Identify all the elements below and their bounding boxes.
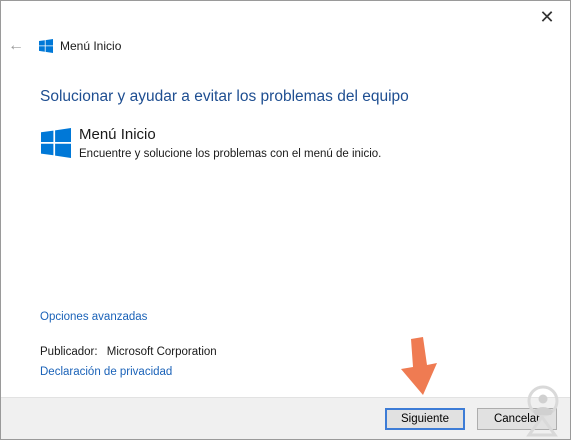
publisher-label: Publicador: [40, 346, 98, 358]
close-icon[interactable]: ✕ [524, 1, 570, 33]
pointer-arrow-icon [401, 337, 437, 395]
back-arrow-icon[interactable]: ← [5, 35, 27, 57]
windows-logo-icon [41, 128, 71, 158]
advanced-options-link[interactable]: Opciones avanzadas [40, 311, 147, 323]
page-heading: Solucionar y ayudar a evitar los problem… [40, 88, 409, 105]
window-title: Menú Inicio [60, 39, 122, 53]
footer-bar: Siguiente Cancelar [1, 397, 570, 439]
publisher-row: Publicador: Microsoft Corporation [40, 346, 217, 358]
privacy-statement-link[interactable]: Declaración de privacidad [40, 366, 172, 378]
title-bar [1, 1, 570, 33]
troubleshooter-item-description: Encuentre y solucione los problemas con … [79, 148, 382, 160]
troubleshooter-item-title: Menú Inicio [79, 126, 156, 143]
next-button[interactable]: Siguiente [385, 408, 465, 430]
publisher-value: Microsoft Corporation [106, 346, 217, 358]
watermark-logo-icon [526, 385, 559, 437]
troubleshooter-window: ← Menú Inicio ✕ Solucionar y ayudar a ev… [0, 0, 571, 440]
windows-logo-icon [39, 39, 53, 53]
